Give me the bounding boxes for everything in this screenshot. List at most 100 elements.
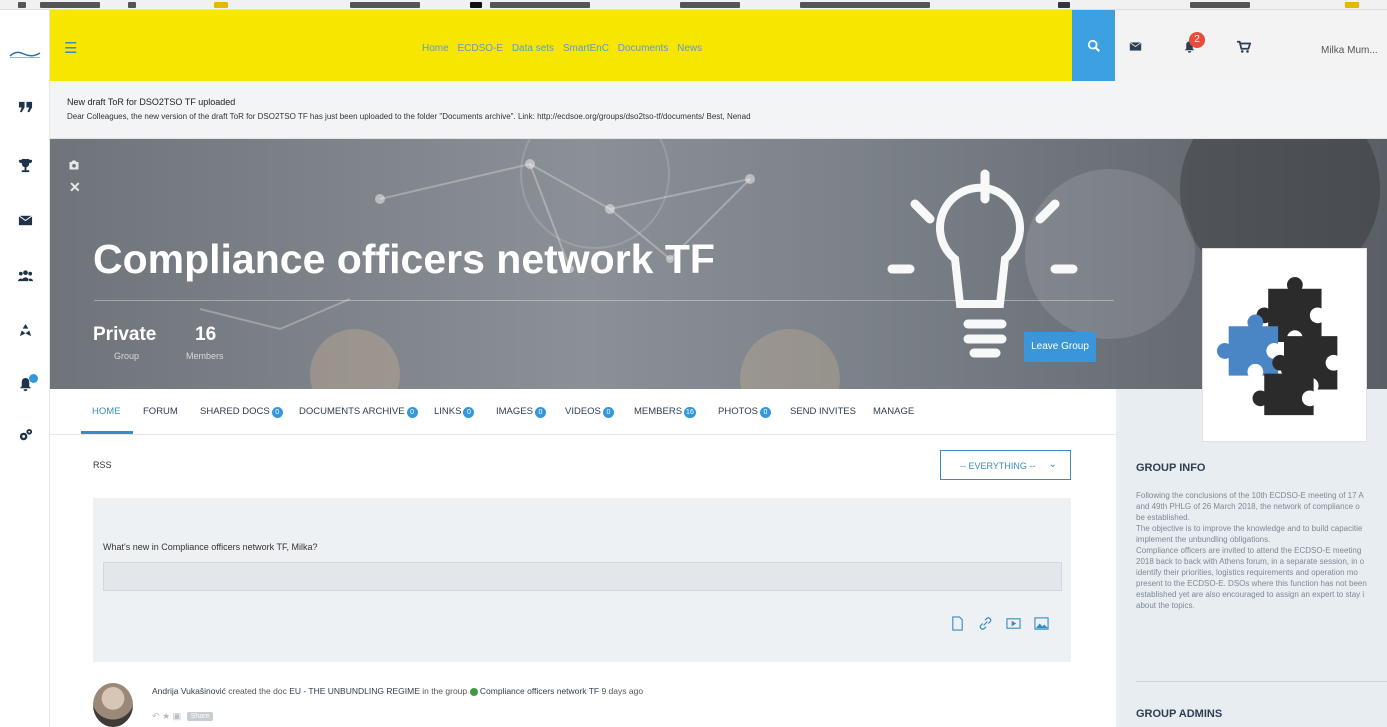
attach-link-icon[interactable] (977, 615, 993, 631)
tab-members[interactable]: MEMBERS 16 (634, 406, 696, 418)
bell-badge (29, 374, 38, 383)
group-cover: ✕ Compliance officers network TF Private… (50, 139, 1387, 389)
panel-divider (1136, 681, 1387, 682)
user-menu[interactable]: Milka Mum... (1321, 45, 1378, 56)
group-status: Private (93, 324, 157, 345)
left-sidebar (0, 10, 50, 727)
nav-link-news[interactable]: News (677, 43, 702, 54)
quote-icon[interactable] (14, 99, 36, 121)
share-button[interactable]: Share (186, 712, 214, 722)
group-info-line: Compliance officers are invited to atten… (1136, 546, 1362, 555)
group-info-line: identify their priorities, logistics req… (1136, 568, 1358, 577)
notification-title: New draft ToR for DSO2TSO TF uploaded (67, 97, 236, 107)
like-icon[interactable]: ★ (162, 711, 170, 721)
tab-count-badge: 16 (684, 407, 696, 418)
compose-toolbar (949, 615, 1049, 631)
notifications-count-badge: 2 (1189, 32, 1205, 48)
members-label: Members (186, 351, 224, 361)
nav-link-home[interactable]: Home (422, 43, 449, 54)
group-title: Compliance officers network TF (93, 236, 715, 282)
group-admins-title: GROUP ADMINS (1136, 708, 1223, 720)
envelope-icon[interactable] (14, 213, 36, 235)
cogs-icon[interactable] (14, 428, 36, 450)
group-avatar[interactable] (1202, 248, 1367, 442)
app-window: ☰ Home ECDSO-E Data sets SmartEnC Docume… (0, 0, 1387, 727)
group-info-line: present to the ECDSO-E. DSOs where this … (1136, 579, 1367, 588)
group-info-title: GROUP INFO (1136, 462, 1206, 474)
nav-link-data-sets[interactable]: Data sets (512, 43, 554, 54)
hamburger-menu-icon[interactable]: ☰ (64, 39, 77, 57)
group-status-label: Group (114, 351, 140, 361)
group-info-line: implement the unbundling obligations. (1136, 535, 1271, 544)
compose-textarea[interactable] (103, 562, 1062, 591)
main-nav: Home ECDSO-E Data sets SmartEnC Document… (422, 43, 708, 54)
search-icon (1087, 39, 1100, 52)
messages-envelope-icon[interactable] (1129, 40, 1142, 56)
group-info-line: be established. (1136, 513, 1190, 522)
close-icon[interactable]: ✕ (69, 179, 81, 196)
group-info-line: about the topics. (1136, 601, 1195, 610)
activity-in-group: in the group (419, 686, 470, 696)
attach-document-icon[interactable] (949, 615, 965, 631)
tab-links[interactable]: LINKS 0 (434, 406, 475, 418)
avatar[interactable] (93, 683, 133, 727)
activity-author-link[interactable]: Andrija Vukašinović (152, 686, 226, 696)
tab-count-badge: 0 (406, 407, 418, 418)
compose-box: What's new in Compliance officers networ… (93, 498, 1071, 662)
users-icon[interactable] (14, 268, 36, 290)
activity-doc-link[interactable]: EU - THE UNBUNDLING REGIME (289, 686, 420, 696)
tab-videos[interactable]: VIDEOS 0 (565, 406, 614, 418)
tab-photos[interactable]: PHOTOS 0 (718, 406, 771, 418)
tab-count-badge: 0 (602, 407, 614, 418)
group-info-line: The objective is to improve the knowledg… (1136, 524, 1363, 533)
nav-link-ecdso-e[interactable]: ECDSO-E (457, 43, 503, 54)
puzzle-icon (1216, 276, 1338, 416)
nav-link-documents[interactable]: Documents (618, 43, 669, 54)
group-info-text: Following the conclusions of the 10th EC… (1136, 490, 1387, 611)
search-button[interactable] (1072, 10, 1115, 81)
tab-home[interactable]: HOME (92, 406, 121, 417)
activity-filter-select[interactable]: -- EVERYTHING -- ⌄ (940, 450, 1071, 480)
group-tabs: HOME FORUM SHARED DOCS 0 DOCUMENTS ARCHIV… (50, 389, 1116, 435)
attach-image-icon[interactable] (1033, 615, 1049, 631)
tab-shared-docs[interactable]: SHARED DOCS 0 (200, 406, 283, 418)
tab-count-badge: 0 (271, 407, 283, 418)
cart-icon[interactable] (1237, 40, 1252, 57)
group-globe-icon (469, 687, 478, 696)
activity-group-link[interactable]: Compliance officers network TF (480, 686, 599, 696)
leave-group-button[interactable]: Leave Group (1024, 332, 1096, 362)
tab-forum[interactable]: FORUM (143, 406, 178, 417)
activity-actions: ↶ ★ ▣ Share (152, 711, 214, 722)
top-navbar: ☰ Home ECDSO-E Data sets SmartEnC Docume… (50, 10, 1087, 81)
top-right-actions: 2 Milka Mum... (1115, 10, 1387, 81)
site-logo[interactable] (8, 47, 42, 59)
notification-banner[interactable]: New draft ToR for DSO2TSO TF uploaded De… (50, 81, 1387, 139)
reply-icon[interactable]: ↶ (152, 711, 160, 721)
group-info-line: 2018 back to back with Athens forum, in … (1136, 557, 1365, 566)
activity-time: 9 days ago (599, 686, 644, 696)
trophy-icon[interactable] (14, 158, 36, 180)
camera-icon[interactable] (68, 159, 80, 174)
compose-label: What's new in Compliance officers networ… (103, 542, 318, 552)
tab-images[interactable]: IMAGES 0 (496, 406, 546, 418)
nav-link-smartenc[interactable]: SmartEnC (563, 43, 609, 54)
activity-verb: created the doc (225, 686, 290, 696)
group-info-line: Following the conclusions of the 10th EC… (1136, 491, 1364, 500)
group-info-line: and 49th PHLG of 26 March 2018, the netw… (1136, 502, 1360, 511)
tab-documents-archive[interactable]: DOCUMENTS ARCHIVE 0 (299, 406, 418, 418)
group-info-line: established yet are also encouraged to a… (1136, 590, 1365, 599)
bookmarks-bar (0, 0, 1387, 10)
chevron-down-icon: ⌄ (1048, 459, 1057, 470)
members-count: 16 (195, 324, 217, 345)
hero-divider (94, 300, 1114, 301)
attach-video-icon[interactable] (1005, 615, 1021, 631)
tab-count-badge: 0 (463, 407, 475, 418)
bell-icon[interactable] (14, 374, 38, 399)
activity-text: Andrija Vukašinović created the doc EU -… (152, 686, 643, 696)
delete-icon[interactable]: ▣ (173, 711, 182, 721)
rss-link[interactable]: RSS (93, 460, 112, 470)
tab-manage[interactable]: MANAGE (873, 406, 914, 417)
recycle-icon[interactable] (14, 323, 36, 345)
tab-count-badge: 0 (534, 407, 546, 418)
tab-send-invites[interactable]: SEND INVITES (790, 406, 856, 417)
